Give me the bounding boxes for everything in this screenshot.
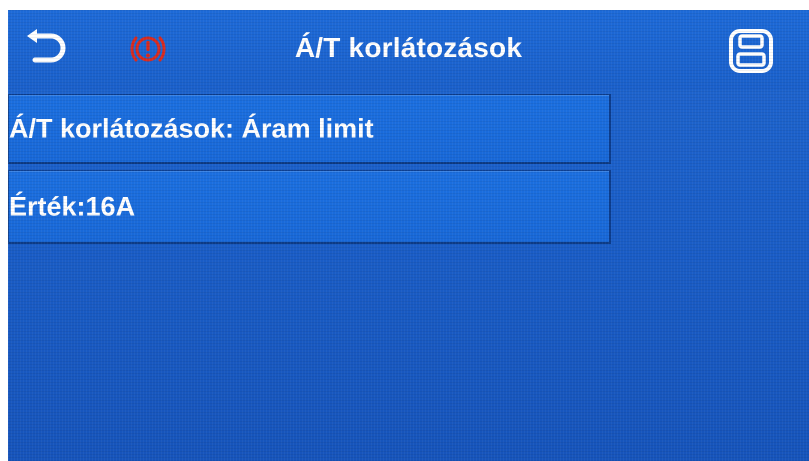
save-button[interactable]	[722, 22, 780, 80]
save-icon	[729, 29, 773, 73]
restriction-type-label: Á/T korlátozások: Áram limit	[9, 113, 374, 143]
screen: Á/T korlátozások Á/T korlátozások: Áram …	[8, 10, 809, 461]
list-item-restriction-type[interactable]: Á/T korlátozások: Áram limit	[8, 94, 611, 164]
value-label: Érték:16A	[9, 191, 136, 221]
page-title: Á/T korlátozások	[294, 32, 523, 63]
list-item-value[interactable]: Érték:16A	[8, 170, 611, 244]
title-bar: Á/T korlátozások	[8, 10, 809, 90]
